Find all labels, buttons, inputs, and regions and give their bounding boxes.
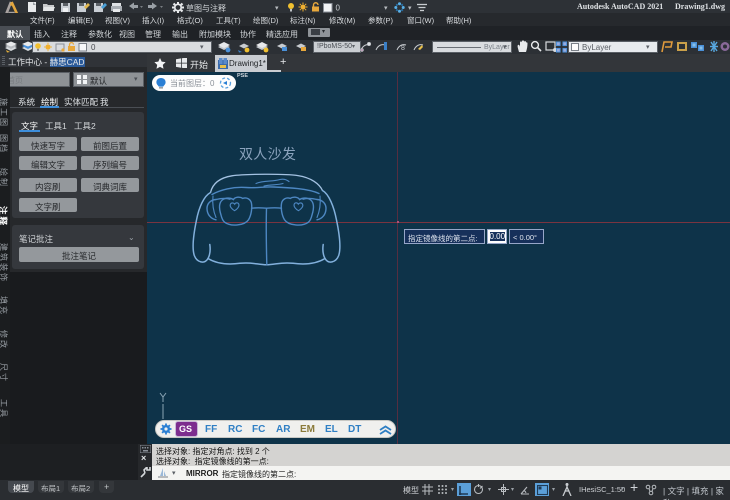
svg-text:0: 0 [336, 4, 341, 13]
svg-text:0: 0 [91, 43, 96, 52]
svg-text:8: 8 [401, 45, 405, 52]
